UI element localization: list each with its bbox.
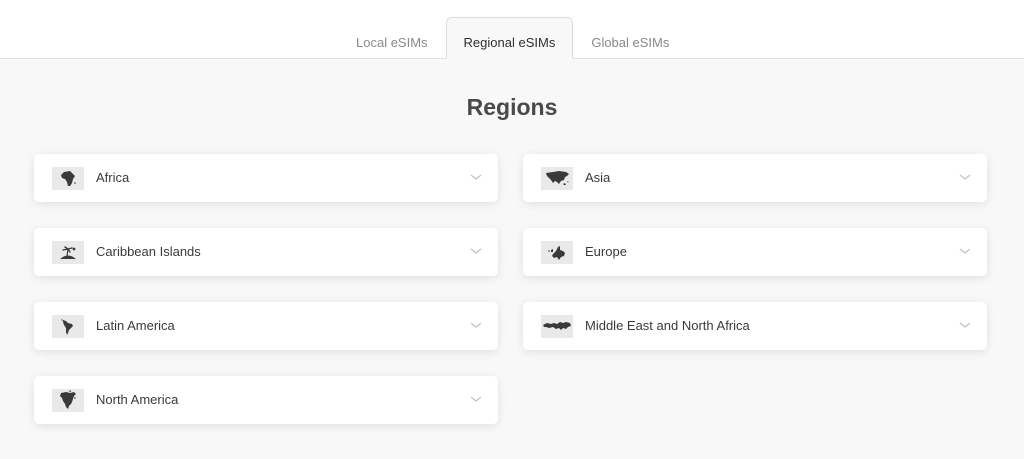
chevron-down-icon (959, 320, 971, 330)
middle-east-north-africa-map-icon (541, 315, 573, 338)
region-label: Europe (585, 244, 627, 259)
asia-map-icon (541, 167, 573, 190)
region-card-middle-east-north-africa[interactable]: Middle East and North Africa (523, 302, 987, 350)
chevron-down-icon (470, 172, 482, 182)
africa-map-icon (52, 167, 84, 190)
region-label: Asia (585, 170, 611, 185)
region-card-north-america[interactable]: North America (34, 376, 498, 424)
region-label: Latin America (96, 318, 175, 333)
region-label: Africa (96, 170, 130, 185)
chevron-down-icon (470, 394, 482, 404)
caribbean-islands-icon (52, 241, 84, 264)
region-label: Caribbean Islands (96, 244, 201, 259)
region-label: Middle East and North Africa (585, 318, 750, 333)
chevron-down-icon (470, 246, 482, 256)
tab-bar: Local eSIMs Regional eSIMs Global eSIMs (0, 0, 1024, 59)
chevron-down-icon (959, 172, 971, 182)
tab-global-esims[interactable]: Global eSIMs (573, 17, 687, 59)
latin-america-map-icon (52, 315, 84, 338)
tab-regional-esims[interactable]: Regional eSIMs (445, 17, 574, 59)
region-card-europe[interactable]: Europe (523, 228, 987, 276)
region-card-caribbean-islands[interactable]: Caribbean Islands (34, 228, 498, 276)
region-label: North America (96, 392, 179, 407)
region-card-africa[interactable]: Africa (34, 154, 498, 202)
chevron-down-icon (959, 246, 971, 256)
europe-map-icon (541, 241, 573, 264)
region-card-latin-america[interactable]: Latin America (34, 302, 498, 350)
north-america-map-icon (52, 389, 84, 412)
tab-local-esims[interactable]: Local eSIMs (338, 17, 446, 59)
region-card-asia[interactable]: Asia (523, 154, 987, 202)
chevron-down-icon (470, 320, 482, 330)
page-title: Regions (466, 94, 558, 120)
esim-type-tabs: Local eSIMs Regional eSIMs Global eSIMs (338, 17, 687, 59)
